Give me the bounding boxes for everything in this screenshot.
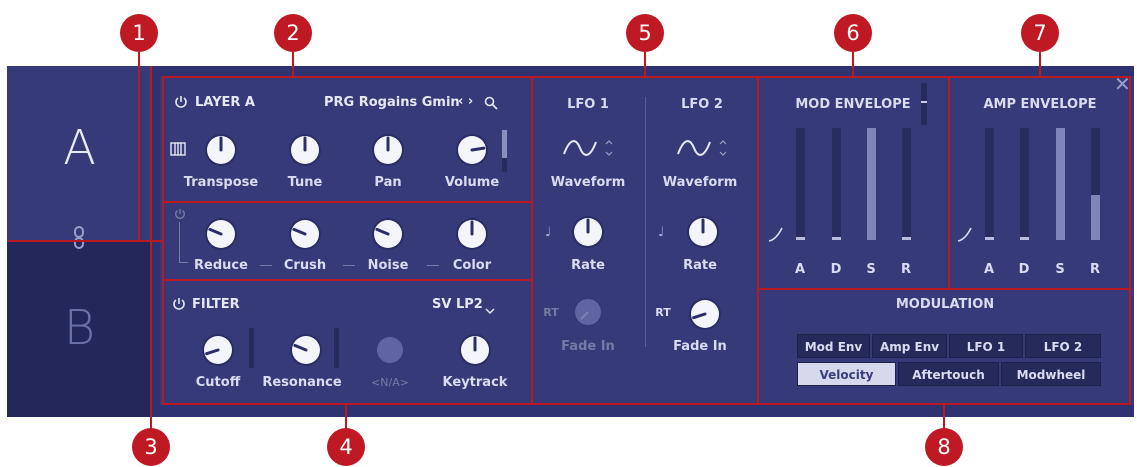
callout-5: 5 — [626, 14, 664, 52]
leader-line-6 — [852, 52, 854, 77]
leader-line-2 — [292, 52, 294, 77]
callout-1: 1 — [120, 14, 158, 52]
annotation-box-layer — [162, 76, 533, 203]
callout-2: 2 — [274, 14, 312, 52]
layer-b-tab[interactable]: B — [7, 240, 152, 417]
annotation-box-layer-a — [7, 66, 152, 242]
leader-line-3 — [150, 240, 152, 435]
annotation-box-mod-env — [757, 76, 950, 290]
callout-8: 8 — [925, 428, 963, 466]
leader-line-5 — [644, 52, 646, 77]
callout-7: 7 — [1021, 14, 1059, 52]
annotation-box-modulation — [757, 288, 1131, 405]
callout-3: 3 — [132, 428, 170, 466]
leader-line-3h — [150, 240, 163, 242]
annotation-box-filter — [162, 279, 533, 405]
annotation-box-fx — [162, 201, 533, 281]
leader-line-7 — [1039, 52, 1041, 77]
leader-line-1h — [84, 240, 140, 242]
annotation-box-lfo — [531, 76, 759, 405]
leader-line-1 — [138, 52, 140, 242]
layer-b-label: B — [63, 300, 96, 356]
annotation-box-amp-env — [948, 76, 1131, 290]
callout-4: 4 — [327, 428, 365, 466]
callout-6: 6 — [834, 14, 872, 52]
